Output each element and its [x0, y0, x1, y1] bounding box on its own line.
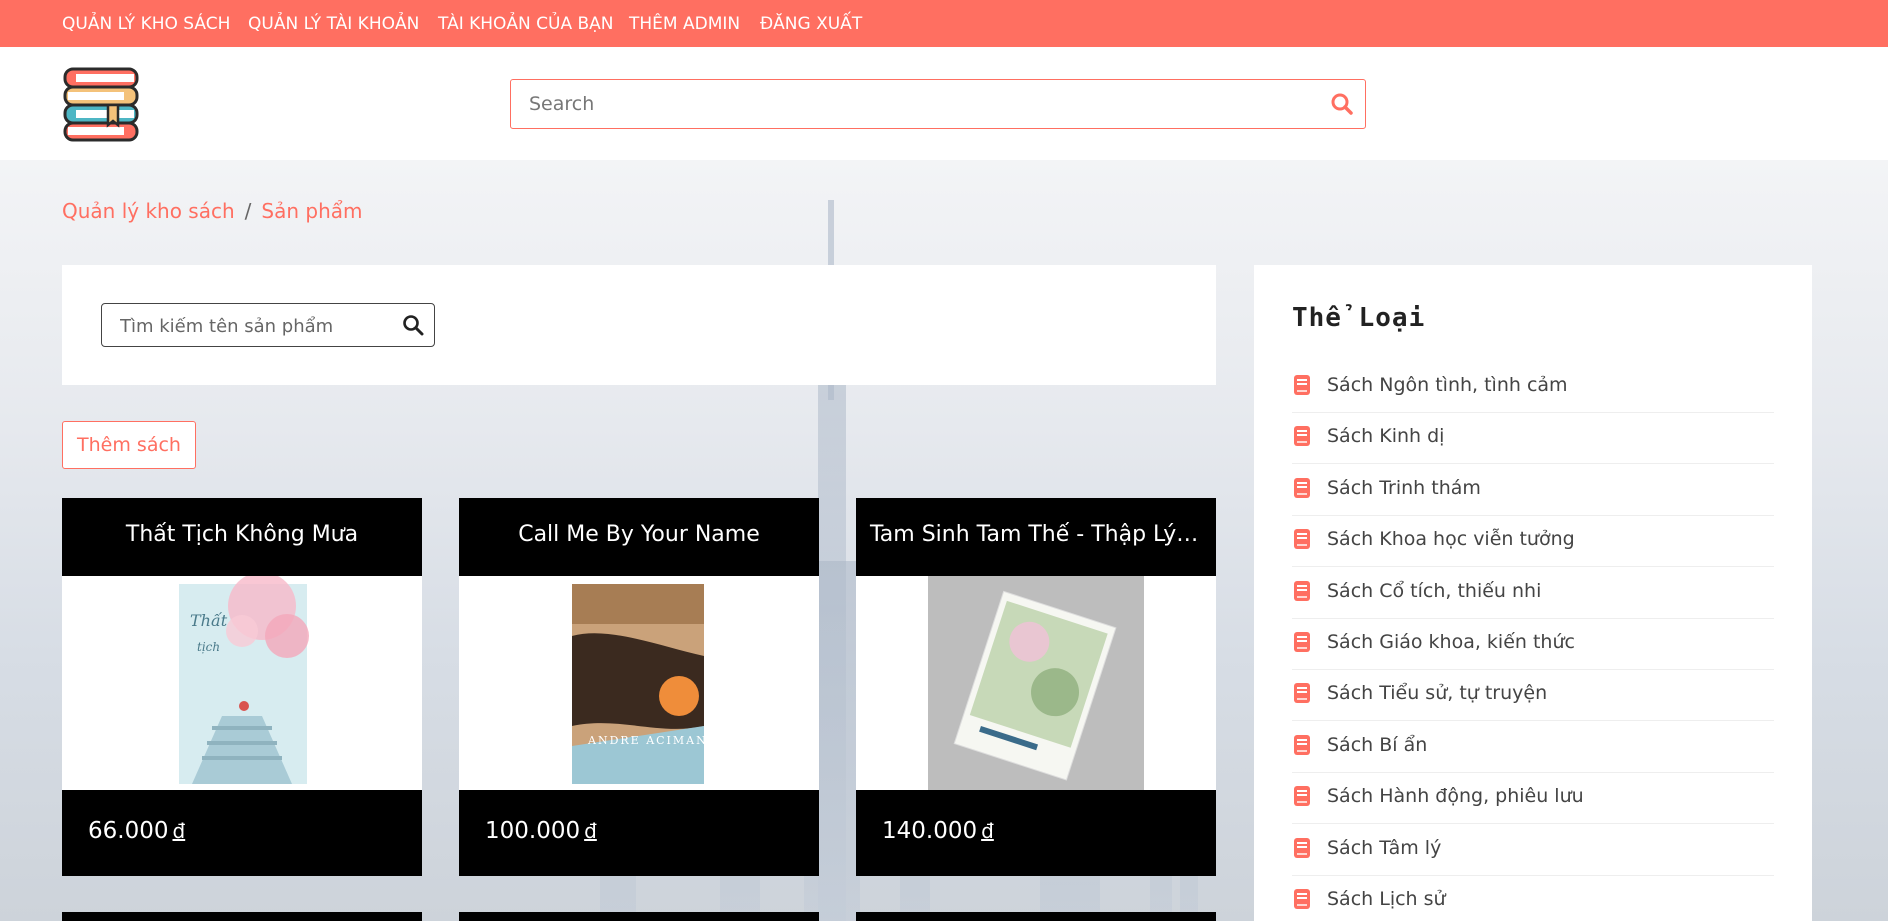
nav-item-your-account[interactable]: TÀI KHOẢN CỦA BẠN: [438, 14, 614, 34]
category-label[interactable]: Sách Tâm lý: [1327, 837, 1441, 859]
currency-symbol: đ: [584, 819, 597, 843]
category-label[interactable]: Sách Hành động, phiêu lưu: [1327, 785, 1584, 807]
product-card-next-row[interactable]: [856, 912, 1216, 921]
category-label[interactable]: Sách Bí ẩn: [1327, 734, 1427, 756]
book-icon: [1292, 734, 1312, 756]
category-item[interactable]: Sách Tiểu sử, tự truyện: [1292, 669, 1774, 722]
price-value: 140.000: [882, 818, 978, 844]
global-search-box: [510, 79, 1366, 129]
category-item[interactable]: Sách Giáo khoa, kiến thức: [1292, 618, 1774, 670]
breadcrumb-item-manage-books[interactable]: Quản lý kho sách: [62, 199, 235, 223]
product-card[interactable]: Thất Tịch Không Mưa Thất tịch 66.000 đ: [62, 498, 422, 876]
product-card[interactable]: Tam Sinh Tam Thế - Thập Lý Đào Hoa 140.0…: [856, 498, 1216, 876]
category-label[interactable]: Sách Khoa học viễn tưởng: [1327, 528, 1575, 550]
nav-item-manage-accounts[interactable]: QUẢN LÝ TÀI KHOẢN: [248, 14, 419, 34]
product-price: 100.000 đ: [459, 790, 819, 876]
header: [0, 47, 1888, 160]
svg-text:ANDRE ACIMAN: ANDRE ACIMAN: [587, 734, 708, 747]
svg-text:Thất: Thất: [190, 611, 228, 630]
search-icon[interactable]: [1329, 91, 1355, 117]
search-icon[interactable]: [402, 314, 424, 336]
product-card-next-row[interactable]: [459, 912, 819, 921]
category-sidebar: Thể Loại Sách Ngôn tình, tình cảm Sách Ki…: [1254, 265, 1812, 921]
book-icon: [1292, 425, 1312, 447]
category-item[interactable]: Sách Tâm lý: [1292, 824, 1774, 876]
currency-symbol: đ: [981, 819, 994, 843]
book-icon: [1292, 374, 1312, 396]
price-value: 100.000: [485, 818, 581, 844]
category-item[interactable]: Sách Cổ tích, thiếu nhi: [1292, 567, 1774, 619]
global-search-input[interactable]: [529, 92, 1309, 116]
category-label[interactable]: Sách Cổ tích, thiếu nhi: [1327, 580, 1541, 602]
product-cover-image[interactable]: ANDRE ACIMAN: [459, 576, 819, 790]
book-icon: [1292, 682, 1312, 704]
category-item[interactable]: Sách Trinh thám: [1292, 464, 1774, 516]
product-card[interactable]: Call Me By Your Name ANDRE ACIMAN 100.00…: [459, 498, 819, 876]
category-label[interactable]: Sách Kinh dị: [1327, 425, 1444, 447]
breadcrumb: Quản lý kho sách / Sản phẩm: [62, 199, 363, 223]
category-label[interactable]: Sách Trinh thám: [1327, 477, 1481, 499]
books-logo-icon[interactable]: [62, 65, 140, 143]
category-item[interactable]: Sách Ngôn tình, tình cảm: [1292, 361, 1774, 413]
top-nav-bar: QUẢN LÝ KHO SÁCH QUẢN LÝ TÀI KHOẢN TÀI K…: [0, 0, 1888, 47]
svg-text:tịch: tịch: [197, 640, 220, 654]
product-title[interactable]: Tam Sinh Tam Thế - Thập Lý Đào Hoa: [856, 498, 1216, 576]
book-icon: [1292, 528, 1312, 550]
add-book-button[interactable]: Thêm sách: [62, 421, 196, 469]
product-search-panel: [62, 265, 1216, 385]
category-label[interactable]: Sách Lịch sử: [1327, 888, 1446, 910]
book-icon: [1292, 631, 1312, 653]
nav-item-manage-books[interactable]: QUẢN LÝ KHO SÁCH: [62, 14, 230, 34]
sidebar-title: Thể Loại: [1292, 303, 1426, 333]
product-card-next-row[interactable]: [62, 912, 422, 921]
category-item[interactable]: Sách Kinh dị: [1292, 412, 1774, 465]
book-icon: [1292, 888, 1312, 910]
category-item[interactable]: Sách Khoa học viễn tưởng: [1292, 515, 1774, 568]
book-icon: [1292, 785, 1312, 807]
category-label[interactable]: Sách Tiểu sử, tự truyện: [1327, 682, 1547, 704]
category-label[interactable]: Sách Giáo khoa, kiến thức: [1327, 631, 1575, 653]
currency-symbol: đ: [172, 819, 186, 843]
nav-item-logout[interactable]: ĐĂNG XUẤT: [760, 14, 862, 34]
category-item[interactable]: Sách Hành động, phiêu lưu: [1292, 772, 1774, 825]
product-title[interactable]: Call Me By Your Name: [459, 498, 819, 576]
book-icon: [1292, 837, 1312, 859]
book-icon: [1292, 580, 1312, 602]
product-title[interactable]: Thất Tịch Không Mưa: [62, 498, 422, 576]
product-price: 140.000 đ: [856, 790, 1216, 876]
price-value: 66.000: [88, 818, 169, 844]
breadcrumb-separator: /: [244, 199, 252, 223]
book-icon: [1292, 477, 1312, 499]
product-cover-image[interactable]: Thất tịch: [62, 572, 422, 790]
product-price: 66.000 đ: [62, 790, 422, 876]
nav-item-add-admin[interactable]: THÊM ADMIN: [629, 14, 740, 34]
product-search-box: [101, 303, 435, 347]
category-label[interactable]: Sách Ngôn tình, tình cảm: [1327, 374, 1568, 396]
product-search-input[interactable]: [120, 315, 390, 337]
product-cover-image[interactable]: [856, 576, 1216, 790]
category-item[interactable]: Sách Bí ẩn: [1292, 721, 1774, 773]
category-item[interactable]: Sách Lịch sử: [1292, 875, 1774, 921]
breadcrumb-item-products[interactable]: Sản phẩm: [261, 199, 362, 223]
